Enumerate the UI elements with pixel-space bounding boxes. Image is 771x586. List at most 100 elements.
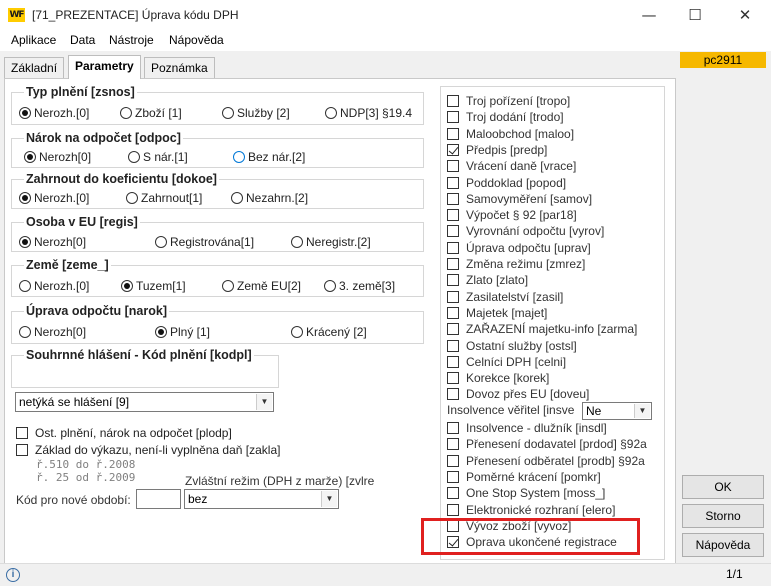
radio-zeme-treti[interactable]: 3. země[3] (324, 279, 395, 293)
maximize-icon[interactable]: ☐ (672, 0, 718, 31)
radio-osoba-registrovana[interactable]: Registrována[1] (155, 235, 254, 249)
radio-uprava-plny[interactable]: Plný [1] (155, 325, 210, 339)
flag-checkbox[interactable]: Poddoklad [popod] (447, 175, 566, 191)
radio-zeme-nerozh[interactable]: Nerozh.[0] (19, 279, 89, 293)
radio-zeme-tuzem[interactable]: Tuzem[1] (121, 279, 186, 293)
flag-checkbox[interactable]: Insolvence - dlužník [insdl] (447, 420, 607, 436)
flag-checkbox[interactable]: Celníci DPH [celni] (447, 354, 566, 370)
flag-checkbox[interactable]: Dovoz přes EU [doveu] (447, 386, 589, 402)
checkbox-zakla[interactable]: Základ do výkazu, není-li vyplněna daň [… (16, 443, 280, 457)
radio-uprava-nerozh[interactable]: Nerozh[0] (19, 325, 86, 339)
flag-label: Výpočet § 92 [par18] (466, 208, 577, 223)
flag-checkbox[interactable]: Troj dodání [trodo] (447, 109, 564, 125)
kodpl-select[interactable]: netýká se hlášení [9] ▼ (15, 392, 274, 412)
flag-label: Elektronické rozhraní [elero] (466, 502, 616, 517)
ok-button[interactable]: OK (682, 475, 764, 499)
radio-zahrnout-nezahrn[interactable]: Nezahrn.[2] (231, 191, 308, 205)
group-title: Zahrnout do koeficientu [dokoe] (24, 172, 219, 186)
checkbox-unchecked[interactable] (447, 225, 459, 238)
radio-typ-nerozh[interactable]: Nerozh.[0] (19, 106, 89, 120)
zvlre-select[interactable]: bez ▼ (184, 489, 339, 509)
radio-uprava-kraceny[interactable]: Krácený [2] (291, 325, 367, 339)
checkbox-unchecked[interactable] (447, 127, 459, 140)
radio-narok-s-nar[interactable]: S nár.[1] (128, 150, 188, 164)
storno-button[interactable]: Storno (682, 504, 764, 528)
radio-label: Země EU[2] (237, 279, 302, 293)
checkbox-unchecked[interactable] (447, 192, 459, 205)
radio-narok-bez-nar[interactable]: Bez nár.[2] (233, 150, 305, 164)
radio-typ-ndp[interactable]: NDP[3] §19.4 (325, 106, 412, 120)
checkbox-unchecked[interactable] (447, 241, 459, 254)
flag-checkbox[interactable]: Troj pořízení [tropo] (447, 93, 570, 109)
flag-checkbox[interactable]: Korekce [korek] (447, 370, 549, 386)
radio-zahrnout-nerozh[interactable]: Nerozh.[0] (19, 191, 89, 205)
insolvence-select[interactable]: Ne ▼ (582, 402, 652, 420)
flag-checkbox[interactable]: ZAŘAZENÍ majetku-info [zarma] (447, 321, 637, 337)
flag-checkbox[interactable]: Majetek [majet] (447, 305, 547, 321)
flag-checkbox[interactable]: Vyrovnání odpočtu [vyrov] (447, 223, 604, 239)
checkbox-unchecked[interactable] (447, 323, 459, 336)
flag-checkbox[interactable]: Elektronické rozhraní [elero] (447, 502, 615, 518)
flag-checkbox[interactable]: Změna režimu [zmrez] (447, 256, 585, 272)
minimize-icon[interactable]: — (626, 0, 672, 31)
flag-checkbox[interactable]: Zasilatelství [zasil] (447, 289, 563, 305)
flag-checkbox[interactable]: Samovyměření [samov] (447, 191, 592, 207)
close-icon[interactable]: ✕ (722, 0, 768, 31)
radio-label: Zboží [1] (135, 106, 182, 120)
checkbox-unchecked[interactable] (447, 454, 459, 467)
flag-checkbox[interactable]: Výpočet § 92 [par18] (447, 207, 577, 223)
menu-aplikace[interactable]: Aplikace (11, 33, 56, 47)
radio-typ-sluzby[interactable]: Služby [2] (222, 106, 290, 120)
checkbox-unchecked[interactable] (447, 355, 459, 368)
radio-label: S nár.[1] (143, 150, 188, 164)
checkbox-unchecked[interactable] (447, 95, 459, 107)
flag-checkbox[interactable]: Zlato [zlato] (447, 272, 528, 288)
flag-checkbox[interactable]: Poměrné krácení [pomkr] (447, 469, 601, 485)
radio-osoba-nerozh[interactable]: Nerozh[0] (19, 235, 86, 249)
checkbox-unchecked[interactable] (447, 503, 459, 516)
window-title: [71_PREZENTACE] Úprava kódu DPH (32, 8, 239, 22)
radio-typ-zbozi[interactable]: Zboží [1] (120, 106, 182, 120)
flag-label: Přenesení odběratel [prodb] §92a (466, 453, 645, 468)
checkbox-unchecked[interactable] (447, 258, 459, 270)
tab-parametry[interactable]: Parametry (68, 55, 141, 79)
flag-checkbox[interactable]: Úprava odpočtu [uprav] (447, 240, 591, 256)
tab-poznamka[interactable]: Poznámka (144, 57, 215, 79)
flag-checkbox[interactable]: Přenesení dodavatel [prdod] §92a (447, 436, 647, 452)
radio-zeme-eu[interactable]: Země EU[2] (222, 279, 301, 293)
checkbox-unchecked[interactable] (447, 290, 459, 303)
checkbox-unchecked[interactable] (447, 176, 459, 189)
checkbox-unchecked[interactable] (447, 388, 459, 401)
radio-label: Nerozh.[0] (34, 106, 90, 120)
flag-checkbox[interactable]: Přenesení odběratel [prodb] §92a (447, 453, 645, 469)
flag-checkbox[interactable]: Předpis [predp] (447, 142, 547, 158)
napoveda-button[interactable]: Nápověda (682, 533, 764, 557)
kod-nove-obdobi-input[interactable] (136, 489, 181, 509)
flag-checkbox[interactable]: Vrácení daně [vrace] (447, 158, 576, 174)
select-value: netýká se hlášení [9] (19, 395, 130, 409)
flag-label: Předpis [predp] (466, 142, 548, 157)
checkbox-unchecked[interactable] (447, 438, 459, 451)
checkbox-unchecked[interactable] (447, 306, 459, 319)
checkbox-unchecked[interactable] (447, 160, 459, 173)
checkbox-unchecked[interactable] (447, 487, 459, 500)
flag-checkbox[interactable]: Ostatní služby [ostsl] (447, 338, 577, 354)
flag-checkbox[interactable]: One Stop System [moss_] (447, 485, 605, 501)
checkbox-unchecked[interactable] (447, 422, 459, 434)
checkbox-unchecked[interactable] (447, 274, 459, 287)
menu-nastroje[interactable]: Nástroje (109, 33, 154, 47)
checkbox-unchecked[interactable] (447, 111, 459, 124)
menu-data[interactable]: Data (70, 33, 95, 47)
radio-narok-nerozh[interactable]: Nerozh[0] (24, 150, 91, 164)
menu-napoveda[interactable]: Nápověda (169, 33, 224, 47)
flag-checkbox[interactable]: Maloobchod [maloo] (447, 126, 574, 142)
checkbox-plodp[interactable]: Ost. plnění, nárok na odpočet [plodp] (16, 426, 232, 440)
radio-osoba-neregistr[interactable]: Neregistr.[2] (291, 235, 371, 249)
checkbox-unchecked[interactable] (447, 339, 459, 352)
radio-zahrnout-zahrnout[interactable]: Zahrnout[1] (126, 191, 202, 205)
checkbox-checked[interactable] (447, 143, 459, 156)
checkbox-unchecked[interactable] (447, 209, 459, 222)
tab-zakladni[interactable]: Základní (4, 57, 65, 79)
checkbox-unchecked[interactable] (447, 470, 459, 483)
checkbox-unchecked[interactable] (447, 372, 459, 385)
